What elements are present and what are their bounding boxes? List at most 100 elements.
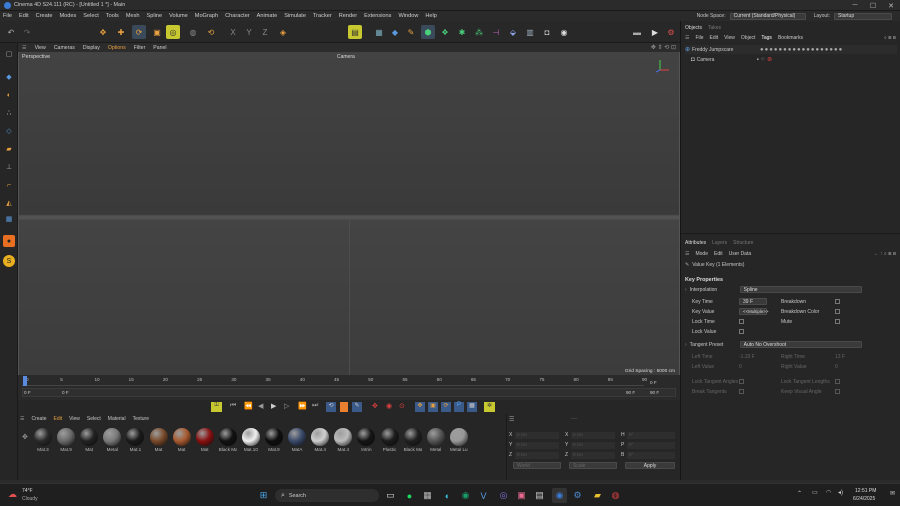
menu-spline[interactable]: Spline <box>147 13 163 19</box>
rot-track-icon[interactable]: ⟳ <box>441 402 451 412</box>
camera-icon[interactable]: ◘ <box>540 25 554 39</box>
object-row-freddy[interactable]: ⊕ Freddy Jumpscare ●●●●●●●●●●●●●●●●●● <box>685 45 897 54</box>
snap-icon[interactable]: ⌐ <box>3 179 15 191</box>
coord-z-field[interactable]: 0 cm <box>515 452 559 459</box>
rot-h-field[interactable]: 0° <box>627 432 675 439</box>
scale-track-icon[interactable]: ▣ <box>428 402 438 412</box>
app-icon-3[interactable]: ◍ <box>608 488 623 503</box>
menu-modes[interactable]: Modes <box>59 13 76 19</box>
render-settings-icon[interactable]: ⚙ <box>664 25 678 39</box>
render-region-icon[interactable]: ▤ <box>348 25 362 39</box>
objects-menu-edit[interactable]: Edit <box>710 35 719 41</box>
material-swatch[interactable]: Mat <box>195 428 214 452</box>
object-name-freddy[interactable]: Freddy Jumpscare <box>692 47 742 53</box>
autokey-icon[interactable]: ◉ <box>386 402 392 410</box>
cinema4d-taskbar-icon[interactable]: ◉ <box>552 488 567 503</box>
material-swatch[interactable]: Mat <box>172 428 191 452</box>
timeline-ruler[interactable]: 0 5 10 15 20 25 30 35 40 45 50 55 60 65 70 75 80 85 90 0 F… <box>18 375 680 400</box>
prev-key-icon[interactable]: ⏪ <box>244 402 253 410</box>
right-time-field[interactable]: 13 F <box>835 354 845 360</box>
keyframe-icon[interactable]: ⚿ <box>211 402 222 412</box>
left-time-field[interactable]: -1.33 F <box>739 354 767 360</box>
add-icon[interactable]: ✚ <box>114 25 128 39</box>
attributes-menu-icon[interactable]: ☰ <box>685 251 689 257</box>
edges-mode-icon[interactable]: ◇ <box>3 125 15 137</box>
paint-icon[interactable]: ● <box>3 235 15 247</box>
loop-icon[interactable]: ⟲ <box>326 402 336 412</box>
rot-p-field[interactable]: 0° <box>627 442 675 449</box>
size-z-field[interactable]: 0 cm <box>571 452 615 459</box>
material-swatch[interactable]: Black Ma <box>403 428 422 452</box>
keyframe-mode-icon[interactable]: ✎ <box>352 402 362 412</box>
redo-icon[interactable]: ↷ <box>20 25 34 39</box>
material-swatch[interactable]: Plastic <box>380 428 399 452</box>
tray-chevron-icon[interactable]: ⌃ <box>797 490 802 497</box>
attributes-nav-icons[interactable]: ← ↑ ⌕ ⊞ ⊟ <box>874 251 896 257</box>
menu-window[interactable]: Window <box>398 13 418 19</box>
world-axis-icon[interactable]: ⟲ <box>204 25 218 39</box>
notification-icon[interactable]: ✉ <box>890 490 895 497</box>
tangent-preset-dropdown[interactable]: Auto No Overshoot <box>739 341 862 348</box>
breakdown-color-checkbox[interactable] <box>835 309 840 314</box>
go-end-icon[interactable]: ⏭ <box>312 402 318 410</box>
prev-frame-icon[interactable]: ◀ <box>258 402 263 410</box>
range-end-field-2[interactable]: 90 F <box>650 390 659 395</box>
coord-y-field[interactable]: 0 cm <box>515 442 559 449</box>
scale-tool-icon[interactable]: ▣ <box>150 25 164 39</box>
breakdown-checkbox[interactable] <box>835 299 840 304</box>
material-swatch[interactable]: Mat.3 <box>34 428 52 452</box>
objects-search-icon[interactable]: ⌕ ⊞ ⊟ <box>884 35 896 41</box>
windows-start-icon[interactable]: ⊞ <box>256 488 271 503</box>
material-nav-icon[interactable]: ✥ <box>22 433 28 441</box>
object-tags-camera[interactable]: ▪ ⁘ ⊛ <box>757 56 773 63</box>
axis-mode-icon[interactable]: ⊥ <box>3 161 15 173</box>
light-icon[interactable]: ◉ <box>557 25 571 39</box>
subdivision-icon[interactable]: ⬢ <box>421 25 435 39</box>
rot-b-field[interactable]: 0° <box>627 452 675 459</box>
interpolation-dropdown[interactable]: Spline <box>739 286 862 293</box>
menu-character[interactable]: Character <box>225 13 250 19</box>
material-menu-texture[interactable]: Texture <box>133 416 149 422</box>
live-select-icon[interactable]: ◎ <box>166 25 180 39</box>
clock-date[interactable]: 6/24/2025 <box>853 496 875 502</box>
material-swatch[interactable]: Mat.4 <box>334 428 353 452</box>
lock-time-checkbox[interactable] <box>739 319 744 324</box>
size-y-field[interactable]: 0 cm <box>571 442 615 449</box>
range-bar[interactable] <box>22 388 676 397</box>
task-view-icon[interactable]: ▭ <box>383 488 398 503</box>
mute-checkbox[interactable] <box>835 319 840 324</box>
texture-mode-icon[interactable]: ◐ <box>3 89 15 101</box>
motion-system-icon[interactable]: ✲ <box>484 402 495 412</box>
objects-menu-icon[interactable]: ☰ <box>685 35 689 41</box>
menu-file[interactable]: File <box>3 13 12 19</box>
weather-temp[interactable]: 74°F <box>22 488 33 494</box>
tray-app-icon[interactable]: ▭ <box>812 489 818 496</box>
chrome-icon[interactable]: ◉ <box>458 488 473 503</box>
material-swatch[interactable]: Mat <box>80 428 99 452</box>
pos-track-icon[interactable]: ✥ <box>415 402 425 412</box>
menu-animate[interactable]: Animate <box>257 13 278 19</box>
next-key-icon[interactable]: ⏩ <box>298 402 307 410</box>
floor-icon[interactable]: ▥ <box>523 25 537 39</box>
break-tangents-checkbox[interactable] <box>739 389 744 394</box>
objects-menu-object[interactable]: Object <box>741 35 755 41</box>
attributes-menu-edit[interactable]: Edit <box>714 251 723 257</box>
edge-icon[interactable]: ◐ <box>440 488 455 503</box>
workplane-icon[interactable]: ◭ <box>3 197 15 209</box>
material-swatch[interactable]: Mat.4 <box>311 428 330 452</box>
material-swatch[interactable]: Mat.10 <box>241 428 260 452</box>
x-axis-icon[interactable]: X <box>226 25 240 39</box>
menu-volume[interactable]: Volume <box>169 13 188 19</box>
material-swatch[interactable]: MatA <box>288 428 307 452</box>
viewport-menu-cameras[interactable]: Cameras <box>54 45 75 51</box>
minimize-button[interactable]: ─ <box>846 0 864 11</box>
deformer-icon[interactable]: ✱ <box>455 25 469 39</box>
wifi-icon[interactable]: ◠ <box>826 489 831 496</box>
weather-text[interactable]: Cloudy <box>22 496 38 502</box>
material-menu-view[interactable]: View <box>69 416 80 422</box>
steam-icon[interactable]: ⚙ <box>570 488 585 503</box>
tab-objects[interactable]: Objects <box>685 25 702 31</box>
close-button[interactable]: ✕ <box>882 0 900 11</box>
y-axis-icon[interactable]: Y <box>242 25 256 39</box>
tab-structure[interactable]: Structure <box>733 240 753 246</box>
